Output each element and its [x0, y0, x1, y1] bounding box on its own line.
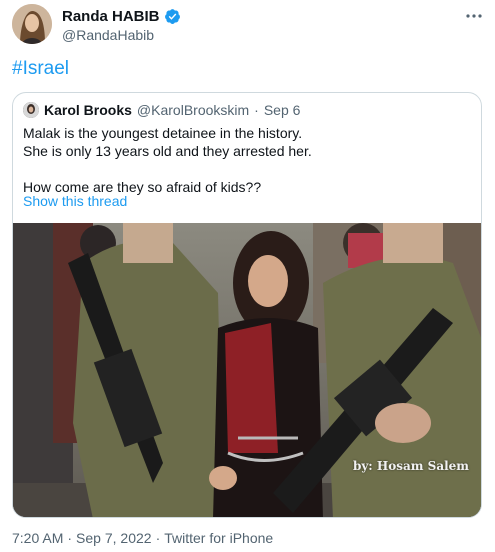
- show-thread-link[interactable]: Show this thread: [23, 193, 127, 209]
- quoted-tweet-text: Malak is the youngest detainee in the hi…: [23, 124, 473, 196]
- author-display-name[interactable]: Randa HABIB: [62, 8, 160, 25]
- quoted-tweet-date[interactable]: Sep 6: [264, 102, 301, 118]
- photo-credit: by: Hosam Salem: [352, 459, 469, 473]
- tweet-source[interactable]: Twitter for iPhone: [164, 530, 273, 546]
- author-avatar[interactable]: [12, 4, 52, 44]
- quoted-author-handle[interactable]: @KarolBrookskim: [137, 102, 249, 118]
- tweet-meta: 7:20 AM · Sep 7, 2022 · Twitter for iPho…: [12, 530, 273, 546]
- author-avatar-image: [12, 4, 52, 44]
- more-options-icon[interactable]: [464, 6, 484, 26]
- quoted-author-avatar[interactable]: [23, 102, 39, 118]
- tweet-header: Randa HABIB @RandaHabib: [12, 4, 484, 50]
- separator-dot: ·: [67, 530, 73, 546]
- quoted-text-line: Malak is the youngest detainee in the hi…: [23, 125, 303, 141]
- quoted-text-line: She is only 13 years old and they arrest…: [23, 143, 312, 159]
- author-names: Randa HABIB @RandaHabib: [62, 8, 181, 43]
- quoted-tweet[interactable]: Karol Brooks @KarolBrookskim · Sep 6 Mal…: [12, 92, 482, 518]
- quoted-tweet-photo[interactable]: by: Hosam Salem: [13, 223, 481, 517]
- quoted-author-name[interactable]: Karol Brooks: [44, 102, 132, 118]
- author-handle[interactable]: @RandaHabib: [62, 27, 181, 43]
- tweet-time[interactable]: 7:20 AM: [12, 530, 63, 546]
- separator-dot: ·: [254, 102, 259, 118]
- photo-illustration: [13, 223, 481, 517]
- quoted-tweet-header: Karol Brooks @KarolBrookskim · Sep 6: [23, 102, 300, 118]
- tweet-date[interactable]: Sep 7, 2022: [76, 530, 152, 546]
- tweet-hashtag-link[interactable]: #Israel: [12, 58, 69, 80]
- separator-dot: ·: [155, 530, 161, 546]
- verified-badge-icon: [164, 8, 181, 25]
